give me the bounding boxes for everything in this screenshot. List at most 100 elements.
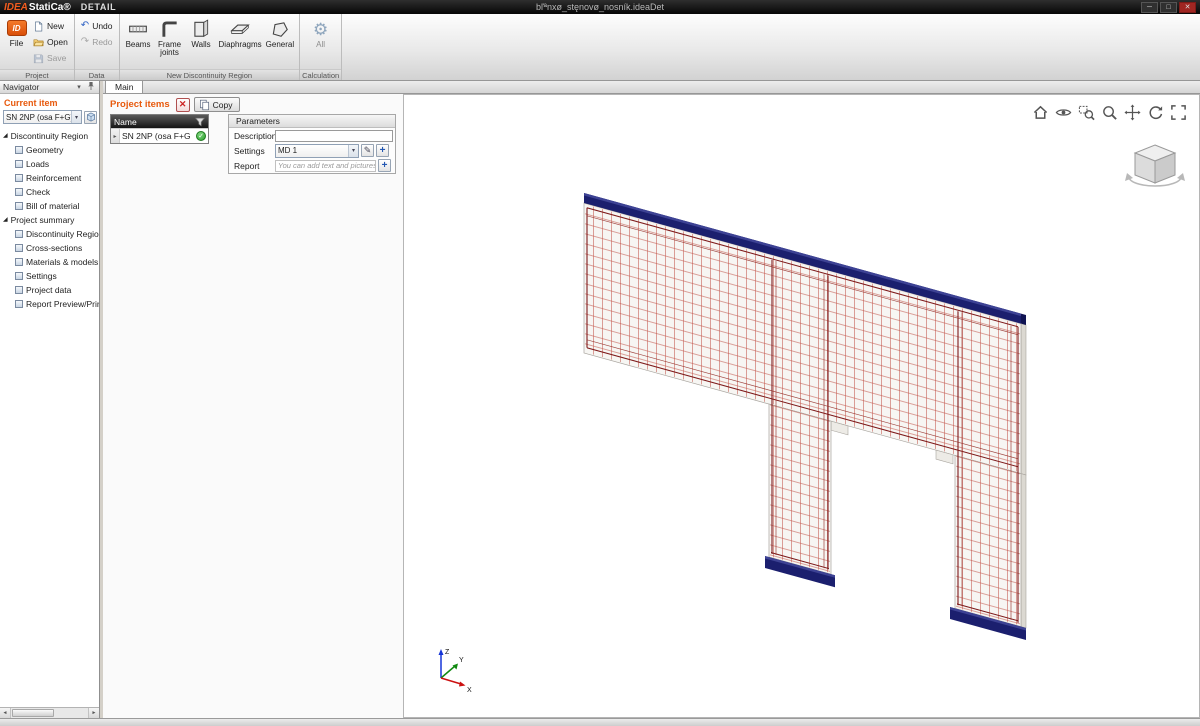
navigation-cube[interactable] [1124,141,1186,195]
report-input[interactable]: You can add text and pictures [275,160,376,172]
undo-icon: ↶ [81,21,89,31]
table-header-name[interactable]: Name [111,115,208,128]
navigator-header: Navigator ▾ [0,81,99,94]
save-button[interactable]: Save [30,50,71,66]
navigator-menu-chevron-down-icon[interactable]: ▾ [74,83,84,91]
tree-item-icon [15,286,23,294]
app-brand: StatiCa® [29,2,71,13]
titlebar: IDEA StatiCa® DETAIL bľªnxø_stęnovø_nosn… [0,0,1200,14]
app-logo: IDEA [4,2,28,13]
rotate-button[interactable] [1146,103,1164,121]
3d-viewport[interactable]: Z Y X [403,94,1200,718]
cube-icon [86,112,96,122]
wall-icon [191,19,211,39]
frame-joints-button[interactable]: Frame joints [154,16,186,58]
tree-item-geometry[interactable]: Geometry [0,143,99,157]
report-row: Report You can add text and pictures + [229,158,395,173]
zoom-button[interactable] [1100,103,1118,121]
tree-node-discontinuity-region[interactable]: ◢ Discontinuity Region [0,129,99,143]
expander-icon[interactable]: ◢ [3,133,8,139]
edit-settings-button[interactable]: ✎ [361,144,374,157]
navigator-hscrollbar: ◄ ► [0,707,99,718]
tree-item-summary-discontinuity-region[interactable]: Discontinuity Region [0,227,99,241]
calculate-all-button[interactable]: ⚙ All [305,16,336,49]
settings-row: Settings MD 1 ▾ ✎ + [229,143,395,158]
save-disk-icon [33,53,44,64]
chevron-down-icon[interactable]: ▾ [71,111,81,123]
app-mode-label: DETAIL [81,2,116,12]
tree-item-report-preview-print[interactable]: Report Preview/Print [0,297,99,311]
copy-button[interactable]: Copy [194,97,240,112]
delete-item-button[interactable]: ✕ [176,98,190,112]
scroll-left-button[interactable]: ◄ [0,708,11,718]
plus-icon: + [382,160,388,171]
tree-item-check[interactable]: Check [0,185,99,199]
project-items-title: Project items [110,99,170,110]
redo-button[interactable]: ↷ Redo [78,34,116,50]
minimize-button[interactable]: ─ [1141,2,1158,13]
current-item-detail-button[interactable] [84,111,97,124]
row-expander-icon[interactable]: ▸ [111,129,120,143]
general-button[interactable]: General [264,16,296,49]
project-items-table: Name ▸ SN 2NP (osa F+G ✓ [110,114,209,144]
scrollbar-track[interactable] [11,708,88,718]
model-canvas-wall-with-reinforcement[interactable] [404,95,1199,717]
status-ok-check-icon: ✓ [196,131,206,141]
new-button[interactable]: New [30,18,71,34]
walls-button[interactable]: Walls [186,16,217,49]
tree-item-materials-models[interactable]: Materials & models [0,255,99,269]
diaphragm-icon [230,19,250,39]
axis-x-label: X [467,687,472,693]
add-report-button[interactable]: + [378,159,391,172]
pin-icon[interactable] [86,81,96,93]
axis-triad: Z Y X [428,643,476,693]
filter-funnel-icon[interactable] [195,117,205,127]
axis-z-label: Z [445,649,450,656]
expander-icon[interactable]: ◢ [3,217,8,223]
open-button[interactable]: Open [30,34,71,50]
tree-item-reinforcement[interactable]: Reinforcement [0,171,99,185]
table-row[interactable]: ▸ SN 2NP (osa F+G ✓ [111,128,208,143]
scrollbar-thumb[interactable] [12,709,54,717]
undo-button[interactable]: ↶ Undo [78,18,116,34]
current-item-combobox[interactable]: SN 2NP (osa F+G) ▾ [3,110,82,124]
settings-combobox[interactable]: MD 1 ▾ [275,144,359,158]
open-folder-icon [33,37,44,48]
tab-main[interactable]: Main [105,80,143,93]
home-icon [1032,104,1049,121]
chevron-down-icon[interactable]: ▾ [348,145,358,157]
general-shape-icon [270,19,290,39]
tree-item-loads[interactable]: Loads [0,157,99,171]
tree-item-icon [15,160,23,168]
home-view-button[interactable] [1031,103,1049,121]
fit-to-screen-button[interactable] [1169,103,1187,121]
row-item-name: SN 2NP (osa F+G [120,131,196,141]
pan-button[interactable] [1123,103,1141,121]
tree-item-cross-sections[interactable]: Cross-sections [0,241,99,255]
tree-item-bill-of-material[interactable]: Bill of material [0,199,99,213]
tree-item-icon [15,300,23,308]
description-input[interactable] [275,130,393,142]
tree-node-project-summary[interactable]: ◢ Project summary [0,213,99,227]
view-settings-button[interactable] [1054,103,1072,121]
zoom-window-button[interactable] [1077,103,1095,121]
ribbon: ID File New Open Save Project ↶ Undo [0,14,1200,81]
scroll-right-button[interactable]: ► [88,708,99,718]
main-area: Main Project items ✕ Copy Name ▸ [103,81,1200,718]
copy-icon [199,99,210,111]
tree-item-settings[interactable]: Settings [0,269,99,283]
tree-item-icon [15,174,23,182]
close-button[interactable]: ✕ [1179,2,1196,13]
maximize-button[interactable]: □ [1160,2,1177,13]
file-button[interactable]: ID File [3,16,30,48]
navigator-body: Current item SN 2NP (osa F+G) ▾ ◢ Discon… [0,94,99,707]
tree-item-icon [15,202,23,210]
status-bar [0,718,1200,726]
diaphragms-button[interactable]: Diaphragms [217,16,264,49]
ribbon-group-project: ID File New Open Save Project [0,14,75,80]
beams-button[interactable]: Beams [123,16,154,49]
gear-icon: ⚙ [313,19,328,39]
add-settings-button[interactable]: + [376,144,389,157]
idea-logo-icon: ID [7,20,27,36]
tree-item-project-data[interactable]: Project data [0,283,99,297]
